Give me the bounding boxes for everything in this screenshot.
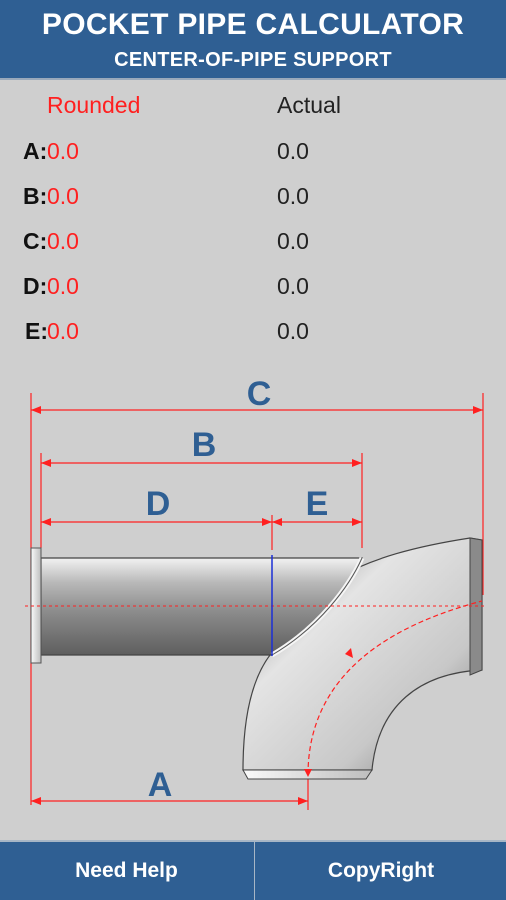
rounded-value-e: 0.0: [47, 318, 79, 344]
row-label-d: D:: [23, 273, 48, 299]
result-row-e: E: 0.0 0.0: [0, 318, 506, 358]
dimension-label-e: E: [306, 485, 329, 523]
app-header: POCKET PIPE CALCULATOR CENTER-OF-PIPE SU…: [0, 0, 506, 80]
app-title: POCKET PIPE CALCULATOR: [41, 8, 465, 41]
actual-value-e: 0.0: [277, 318, 309, 344]
actual-value-a: 0.0: [277, 138, 309, 164]
need-help-button[interactable]: Need Help: [0, 842, 253, 900]
result-row-d: D: 0.0 0.0: [0, 273, 506, 313]
row-label-b: B:: [23, 183, 48, 209]
rounded-value-c: 0.0: [47, 228, 79, 254]
rounded-value-a: 0.0: [47, 138, 79, 164]
actual-value-c: 0.0: [277, 228, 309, 254]
row-label-a: A:: [23, 138, 48, 164]
actual-column-header: Actual: [277, 92, 341, 118]
row-label-e: E:: [25, 318, 48, 344]
pipe-diagram-svg: C B D E A: [25, 375, 485, 810]
rounded-column-header: Rounded: [47, 92, 141, 118]
row-label-c: C:: [23, 228, 48, 254]
actual-value-b: 0.0: [277, 183, 309, 209]
result-row-a: A: 0.0 0.0: [0, 138, 506, 178]
app-subtitle: CENTER-OF-PIPE SUPPORT: [114, 49, 392, 71]
dimension-label-d: D: [146, 485, 171, 523]
dimension-label-c: C: [247, 375, 272, 413]
dimension-label-a: A: [148, 766, 173, 804]
dimension-label-b: B: [192, 426, 217, 464]
result-row-b: B: 0.0 0.0: [0, 183, 506, 223]
pipe-diagram: C B D E A: [0, 365, 506, 840]
actual-value-d: 0.0: [277, 273, 309, 299]
copyright-button[interactable]: CopyRight: [254, 842, 506, 900]
rounded-value-b: 0.0: [47, 183, 79, 209]
rounded-value-d: 0.0: [47, 273, 79, 299]
footer-bar: Need Help CopyRight: [0, 840, 506, 900]
result-row-c: C: 0.0 0.0: [0, 228, 506, 268]
